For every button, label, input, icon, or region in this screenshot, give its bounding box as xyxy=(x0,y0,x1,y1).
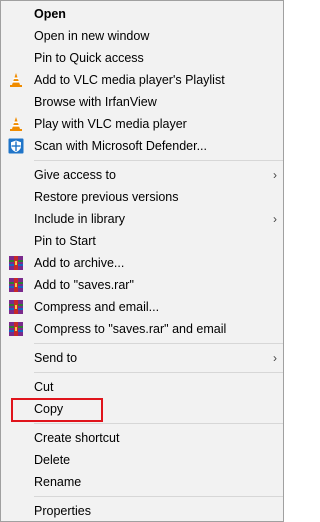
menu-item-open[interactable]: Open xyxy=(1,3,283,25)
menu-item-compress-saves-email[interactable]: Compress to "saves.rar" and email xyxy=(1,318,283,340)
menu-item-scan-defender[interactable]: Scan with Microsoft Defender... xyxy=(1,135,283,157)
menu-item-give-access[interactable]: Give access to › xyxy=(1,164,283,186)
menu-separator xyxy=(34,343,283,344)
menu-separator xyxy=(34,496,283,497)
winrar-icon xyxy=(9,322,23,336)
menu-separator xyxy=(34,372,283,373)
menu-item-label: Send to xyxy=(34,351,78,365)
menu-item-label: Restore previous versions xyxy=(34,190,179,204)
menu-item-label: Pin to Start xyxy=(34,234,96,248)
menu-item-label: Pin to Quick access xyxy=(34,51,144,65)
copy-highlight-box xyxy=(11,398,103,422)
menu-item-label: Add to archive... xyxy=(34,256,125,270)
menu-item-send-to[interactable]: Send to › xyxy=(1,347,283,369)
menu-item-label: Properties xyxy=(34,504,91,518)
menu-item-label: Add to VLC media player's Playlist xyxy=(34,73,225,87)
winrar-icon xyxy=(9,278,23,292)
chevron-right-icon: › xyxy=(273,351,277,365)
menu-item-label: Cut xyxy=(34,380,54,394)
menu-item-rename[interactable]: Rename xyxy=(1,471,283,493)
menu-item-label: Open in new window xyxy=(34,29,150,43)
menu-item-label: Delete xyxy=(34,453,71,467)
menu-item-delete[interactable]: Delete xyxy=(1,449,283,471)
menu-item-open-new-window[interactable]: Open in new window xyxy=(1,25,283,47)
menu-item-add-archive[interactable]: Add to archive... xyxy=(1,252,283,274)
defender-shield-icon xyxy=(8,138,24,154)
menu-item-play-vlc[interactable]: Play with VLC media player xyxy=(1,113,283,135)
vlc-cone-icon xyxy=(10,117,22,131)
vlc-cone-icon xyxy=(10,73,22,87)
menu-item-add-saves-rar[interactable]: Add to "saves.rar" xyxy=(1,274,283,296)
menu-item-compress-email[interactable]: Compress and email... xyxy=(1,296,283,318)
menu-item-label: Compress to "saves.rar" and email xyxy=(34,322,227,336)
chevron-right-icon: › xyxy=(273,212,277,226)
menu-item-label: Open xyxy=(34,7,66,21)
menu-item-cut[interactable]: Cut xyxy=(1,376,283,398)
menu-item-label: Compress and email... xyxy=(34,300,160,314)
chevron-right-icon: › xyxy=(273,168,277,182)
menu-item-pin-start[interactable]: Pin to Start xyxy=(1,230,283,252)
menu-item-browse-irfanview[interactable]: Browse with IrfanView xyxy=(1,91,283,113)
context-menu: Open Open in new window Pin to Quick acc… xyxy=(0,0,284,522)
menu-separator xyxy=(34,423,283,424)
menu-item-include-library[interactable]: Include in library › xyxy=(1,208,283,230)
menu-item-label: Give access to xyxy=(34,168,116,182)
menu-item-label: Add to "saves.rar" xyxy=(34,278,134,292)
menu-item-create-shortcut[interactable]: Create shortcut xyxy=(1,427,283,449)
winrar-icon xyxy=(9,300,23,314)
menu-item-label: Play with VLC media player xyxy=(34,117,187,131)
menu-item-pin-quick-access[interactable]: Pin to Quick access xyxy=(1,47,283,69)
menu-separator xyxy=(34,160,283,161)
menu-item-properties[interactable]: Properties xyxy=(1,500,283,522)
menu-item-restore-versions[interactable]: Restore previous versions xyxy=(1,186,283,208)
menu-item-label: Rename xyxy=(34,475,82,489)
menu-item-label: Browse with IrfanView xyxy=(34,95,157,109)
menu-item-label: Scan with Microsoft Defender... xyxy=(34,139,207,153)
menu-item-label: Include in library xyxy=(34,212,126,226)
menu-item-label: Create shortcut xyxy=(34,431,120,445)
menu-item-add-vlc-playlist[interactable]: Add to VLC media player's Playlist xyxy=(1,69,283,91)
winrar-icon xyxy=(9,256,23,270)
